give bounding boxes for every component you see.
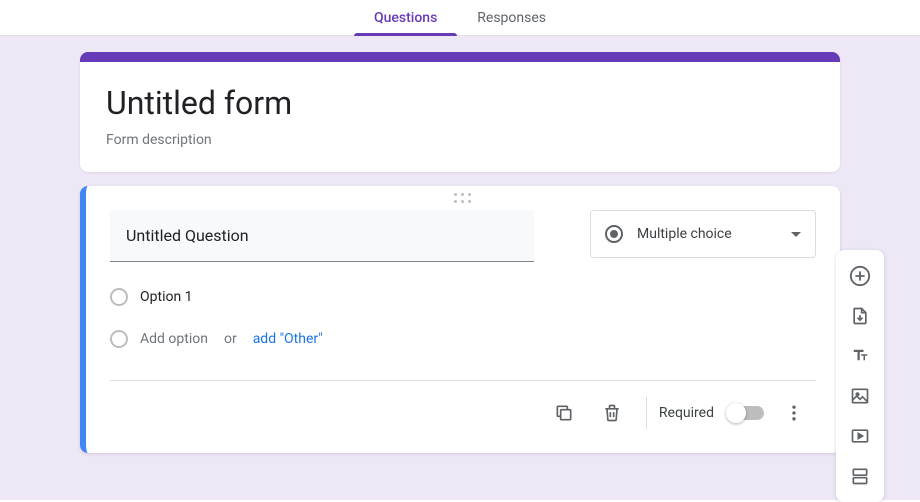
add-other-button[interactable]: add "Other" — [253, 331, 323, 347]
trash-icon — [602, 403, 622, 423]
delete-button[interactable] — [590, 391, 634, 435]
required-toggle[interactable] — [728, 406, 764, 420]
section-icon — [850, 466, 870, 486]
add-title-button[interactable] — [836, 336, 884, 376]
drag-icon — [454, 193, 472, 204]
question-type-label: Multiple choice — [637, 226, 777, 242]
import-icon — [850, 306, 870, 326]
tab-questions-label: Questions — [374, 10, 437, 26]
divider — [646, 397, 647, 429]
add-question-button[interactable] — [836, 256, 884, 296]
add-image-button[interactable] — [836, 376, 884, 416]
option-text[interactable]: Option 1 — [140, 289, 193, 305]
duplicate-button[interactable] — [542, 391, 586, 435]
question-footer: Required — [110, 380, 816, 445]
add-option-row: Add option or add "Other" — [110, 330, 816, 348]
drag-handle[interactable] — [86, 186, 840, 210]
more-vertical-icon — [784, 403, 804, 423]
more-button[interactable] — [772, 391, 816, 435]
import-questions-button[interactable] — [836, 296, 884, 336]
chevron-down-icon — [791, 232, 801, 237]
question-title-input[interactable] — [110, 210, 534, 262]
question-type-select[interactable]: Multiple choice — [590, 210, 816, 258]
image-icon — [850, 386, 870, 406]
or-text: or — [224, 331, 237, 347]
form-canvas: Untitled form Form description Multiple … — [0, 36, 920, 500]
required-label: Required — [659, 405, 714, 421]
radio-outline-icon — [110, 288, 128, 306]
form-header-card[interactable]: Untitled form Form description — [80, 52, 840, 172]
plus-circle-icon — [849, 265, 871, 287]
video-icon — [850, 426, 870, 446]
tab-bar: Questions Responses — [0, 0, 920, 36]
question-card[interactable]: Multiple choice Option 1 Add option or a… — [80, 186, 840, 453]
tab-questions[interactable]: Questions — [354, 0, 457, 36]
form-title[interactable]: Untitled form — [106, 84, 814, 122]
radio-icon — [605, 225, 623, 243]
text-icon — [850, 346, 870, 366]
option-row[interactable]: Option 1 — [110, 288, 816, 306]
tab-responses[interactable]: Responses — [457, 0, 566, 36]
add-section-button[interactable] — [836, 456, 884, 496]
add-video-button[interactable] — [836, 416, 884, 456]
radio-outline-icon — [110, 330, 128, 348]
toggle-knob — [726, 403, 746, 423]
form-description[interactable]: Form description — [106, 132, 814, 148]
tab-responses-label: Responses — [477, 10, 546, 26]
copy-icon — [554, 403, 574, 423]
side-toolbar — [836, 250, 884, 502]
add-option-button[interactable]: Add option — [140, 331, 208, 347]
